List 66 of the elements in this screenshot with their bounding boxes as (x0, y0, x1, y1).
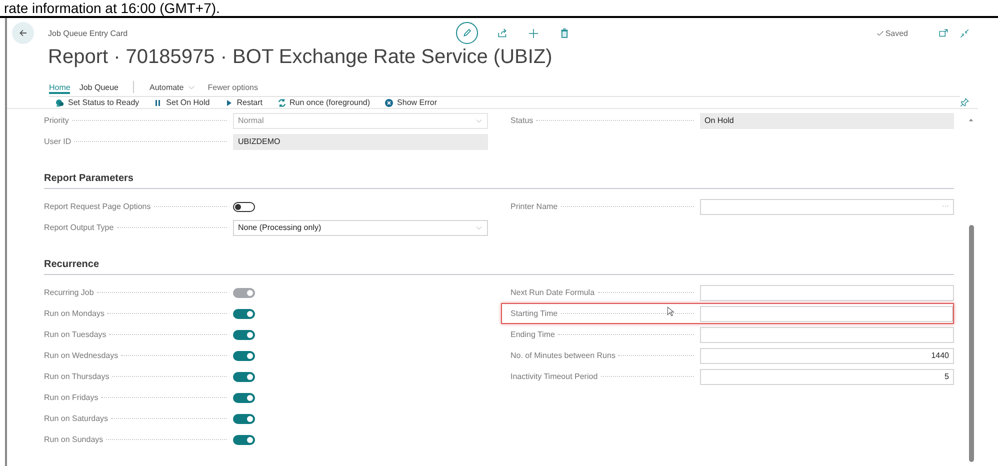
toggle-switch[interactable] (233, 392, 255, 402)
scrollbar-thumb[interactable] (968, 225, 974, 462)
refresh-icon (276, 98, 287, 108)
toggle-switch[interactable] (233, 350, 255, 360)
field-label: Starting Time (510, 309, 559, 318)
tab[interactable]: Job Queue (79, 78, 118, 96)
toggle-switch[interactable] (233, 434, 255, 444)
section-heading: Recurrence (44, 256, 954, 275)
back-button[interactable] (12, 22, 34, 44)
field-label: Report Output Type (44, 223, 115, 232)
field-label: Run on Fridays (44, 393, 100, 402)
section-heading: Report Parameters (44, 170, 954, 189)
field-label: Run on Thursdays (44, 372, 110, 381)
action-button[interactable]: Run once (foreground) (276, 98, 370, 108)
chevron-icon (474, 224, 482, 232)
new-icon[interactable] (527, 26, 540, 40)
toggle-switch[interactable] (233, 372, 255, 382)
toggle-switch[interactable] (233, 202, 255, 212)
share-icon[interactable] (496, 26, 509, 40)
field-label: Inactivity Timeout Period (510, 372, 599, 381)
input-field[interactable] (700, 284, 954, 300)
toggle-switch[interactable] (233, 308, 255, 318)
input-field[interactable]: 5 (700, 368, 954, 384)
menu-button[interactable]: Automate (149, 82, 196, 92)
error-icon (384, 98, 394, 108)
people-icon (55, 98, 65, 108)
field-label: Run on Mondays (44, 309, 106, 318)
field-label: Run on Wednesdays (44, 351, 120, 360)
new-window-icon[interactable] (938, 28, 949, 38)
toggle-switch[interactable] (233, 330, 255, 340)
read-only-field: UBIZDEMO (233, 134, 488, 150)
breadcrumb: Job Queue Entry Card (48, 28, 129, 38)
action-button[interactable]: Set On Hold (153, 98, 210, 108)
dropdown-field[interactable]: None (Processing only) (233, 220, 488, 236)
input-field[interactable] (700, 326, 954, 342)
action-button[interactable]: Show Error (384, 98, 438, 108)
collapse-icon[interactable] (959, 28, 970, 38)
edit-button[interactable] (456, 22, 478, 44)
tab[interactable]: Home (49, 80, 70, 94)
link[interactable]: Fewer options (208, 82, 258, 92)
field-label: Priority (44, 116, 70, 125)
input-field[interactable]: 1440 (700, 348, 954, 364)
saved-status: Saved (885, 28, 908, 38)
action-button[interactable]: Set Status to Ready (55, 98, 140, 108)
field-label: Next Run Date Formula (510, 288, 596, 297)
field-label: No. of Minutes between Runs (510, 351, 616, 360)
field-label: Report Request Page Options (44, 202, 152, 211)
check-icon (876, 28, 886, 38)
field-label: Run on Sundays (44, 435, 104, 444)
mouse-pointer-icon (666, 306, 676, 317)
input-field[interactable] (700, 306, 953, 322)
scroll-up-icon[interactable] (967, 117, 975, 123)
field-label: Status (510, 116, 534, 125)
field-label: Printer Name (510, 202, 559, 211)
chevron-icon (474, 116, 482, 124)
field-label: Recurring Job (44, 288, 95, 297)
toggle-switch[interactable] (233, 414, 255, 424)
read-only-field: On Hold (700, 112, 954, 128)
field-label: Run on Tuesdays (44, 330, 108, 339)
field-label: Run on Saturdays (44, 414, 110, 423)
action-button[interactable]: Restart (224, 98, 263, 108)
page-title: Report · 70185975 · BOT Exchange Rate Service (UBIZ) (48, 45, 554, 69)
pin-icon[interactable] (959, 97, 970, 108)
caption-text: rate information at 16:00 (GMT+7). (0, 0, 998, 18)
field-label: User ID (44, 137, 72, 146)
field-label: Ending Time (510, 330, 556, 339)
